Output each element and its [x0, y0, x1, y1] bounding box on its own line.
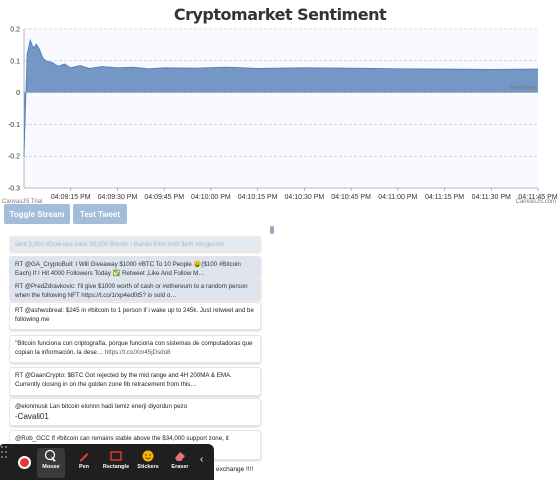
- tweet-overflow-text: exchange !!!!: [216, 466, 254, 473]
- record-button[interactable]: [18, 456, 31, 469]
- y-tick-label: -0.3: [8, 186, 20, 193]
- tweet-card: RT @DaanCrypto: $BTC Got rejected by the…: [9, 367, 261, 396]
- y-tick-label: 0: [16, 90, 20, 97]
- eraser-tool-label: Eraser: [171, 464, 189, 470]
- rectangle-icon: [109, 448, 123, 464]
- rectangle-tool-label: Rectangle: [102, 464, 130, 470]
- pen-icon: [77, 448, 91, 464]
- drag-handle-icon[interactable]: [0, 444, 8, 460]
- mouse-tool-label: Mouse: [42, 464, 60, 470]
- app-root: 0.2 0.1 0 -0.1 -0.2 -0.3 04:09:15 PM 04:09:30 P…: [0, 0, 560, 480]
- y-tick-label: 0.1: [10, 58, 20, 65]
- y-tick-label: 0.2: [10, 27, 20, 34]
- sticker-smiley-icon: [141, 448, 155, 464]
- x-tick-label: 04:11:15 PM: [425, 194, 464, 201]
- x-tick-label: 04:09:30 PM: [98, 194, 138, 201]
- x-tick-label: 04:10:15 PM: [238, 194, 278, 201]
- y-tick-label: -0.2: [8, 154, 20, 161]
- toggle-stream-button[interactable]: Toggle Stream: [4, 204, 70, 224]
- tweet-card: sent 3,000 #Dow last back 30,000 Bitcoin…: [9, 236, 261, 252]
- plot-area: [24, 29, 538, 188]
- x-tick-label: 04:11:00 PM: [378, 194, 417, 201]
- tweet-text: RT @PredZdravkovic: I'll give $1000 wort…: [15, 283, 248, 300]
- tweet-feed[interactable]: sent 3,000 #Dow last back 30,000 Bitcoin…: [9, 232, 263, 480]
- x-tick-label: 04:09:45 PM: [144, 194, 184, 201]
- tweet-signature: -Cavali01: [15, 412, 49, 422]
- stickers-tool-label: Stickers: [137, 464, 159, 470]
- tweet-link[interactable]: https://t.co/Xm45jDsdo8: [105, 349, 171, 356]
- stickers-tool[interactable]: Stickers: [134, 448, 162, 478]
- x-tick-label: 04:11:30 PM: [472, 194, 511, 201]
- tweet-text: sent 3,000 #Dow last back 30,000 Bitcoin…: [15, 241, 224, 248]
- tweet-card: RT @ashwsbreal: $245 in #bitcoin to 1 pe…: [9, 302, 261, 330]
- inner-watermark: Sentiment: [509, 86, 536, 92]
- pen-tool[interactable]: Pen: [72, 448, 96, 478]
- tweet-text: RT @GA_CryptoBull: I Will Giveaway $1000…: [15, 261, 241, 278]
- mouse-tool[interactable]: Mouse: [37, 448, 65, 478]
- x-tick-label: 04:10:30 PM: [285, 194, 325, 201]
- eraser-tool[interactable]: Eraser: [167, 448, 193, 478]
- rectangle-tool[interactable]: Rectangle: [100, 448, 132, 478]
- tweet-text: @Rob_GCC If #bitcoin can remains stable …: [15, 435, 229, 442]
- y-tick-label: -0.1: [8, 122, 20, 129]
- tweet-card: "Bitcoin funciona con criptografía, porq…: [9, 335, 261, 363]
- tweet-card: @elonmusk Lan bitcoin elonnn hadi temiz …: [9, 398, 261, 426]
- x-tick-label: 04:10:00 PM: [191, 194, 231, 201]
- canvasjs-link-watermark: CanvasJS.com: [516, 199, 556, 205]
- tweet-card: RT @PredZdravkovic: I'll give $1000 wort…: [9, 278, 261, 300]
- collapse-toolbar-button[interactable]: ‹: [200, 454, 203, 465]
- tweet-text: RT @ashwsbreal: $245 in #bitcoin to 1 pe…: [15, 307, 254, 324]
- feed-scrollbar[interactable]: [270, 226, 274, 234]
- sentiment-chart: 0.2 0.1 0 -0.1 -0.2 -0.3 04:09:15 PM 04:09:30 P…: [2, 27, 558, 206]
- chart-title: Cryptomarket Sentiment: [173, 5, 387, 24]
- pen-tool-label: Pen: [78, 464, 90, 470]
- eraser-icon: [173, 448, 187, 464]
- annotation-toolbar: Mouse Pen Rectangle Stickers Eraser ‹: [0, 444, 214, 480]
- x-tick-label: 04:09:15 PM: [51, 194, 91, 201]
- mouse-pointer-icon: [44, 448, 58, 464]
- tweet-card: RT @GA_CryptoBull: I Will Giveaway $1000…: [9, 256, 261, 278]
- x-tick-label: 04:10:45 PM: [331, 194, 371, 201]
- tweet-text: RT @DaanCrypto: $BTC Got rejected by the…: [15, 372, 232, 389]
- test-tweet-button[interactable]: Test Tweet: [73, 204, 127, 224]
- tweet-text: @elonmusk Lan bitcoin elonnn hadi temiz …: [15, 403, 188, 410]
